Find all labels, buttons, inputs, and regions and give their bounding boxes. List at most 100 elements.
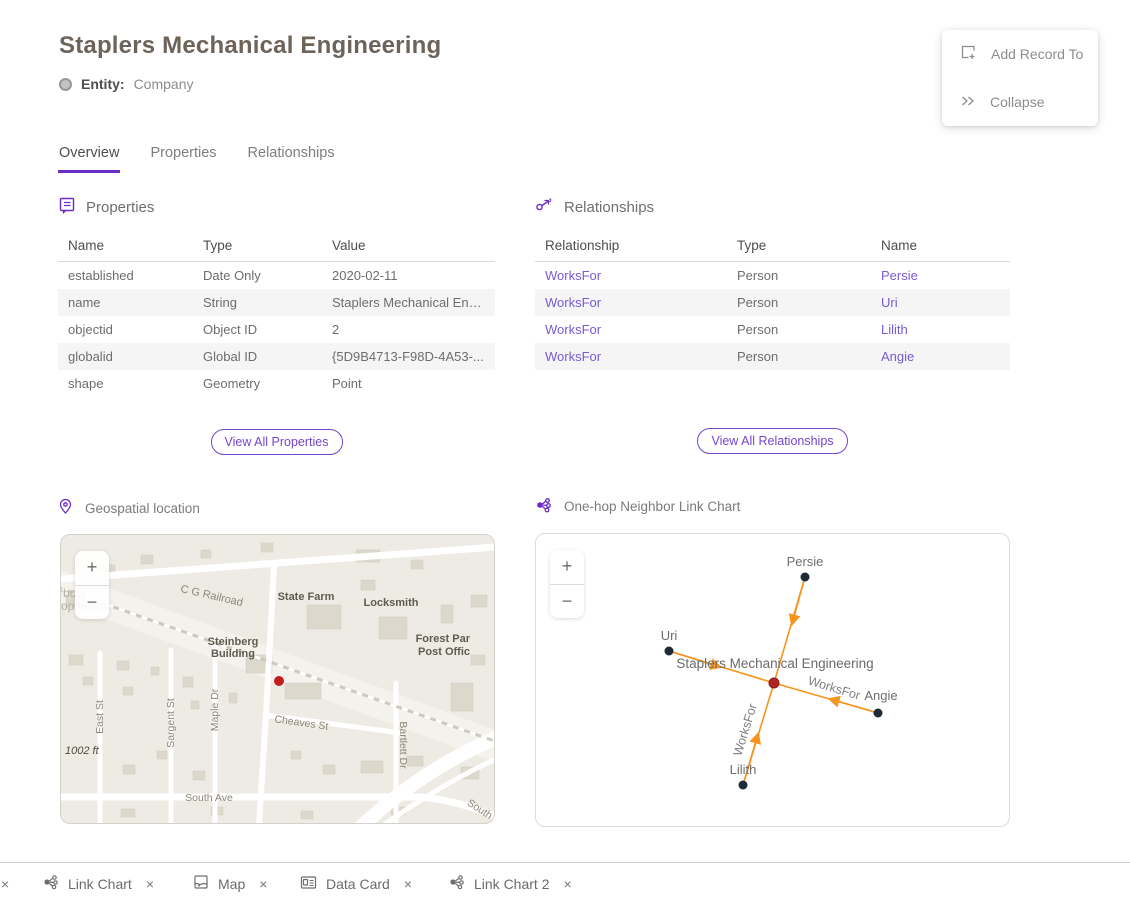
entity-link[interactable]: Persie xyxy=(871,262,1010,290)
data-card-icon xyxy=(300,875,317,893)
edge-label-worksfor: WorksFor xyxy=(731,702,760,758)
link-chart-icon xyxy=(535,497,552,516)
menu-item-collapse[interactable]: Collapse xyxy=(942,78,1098,126)
cell-name: globalid xyxy=(58,343,193,370)
cell-type: Object ID xyxy=(193,316,322,343)
cell-type: String xyxy=(193,289,322,316)
close-icon[interactable]: × xyxy=(146,876,154,892)
cell-type: Person xyxy=(727,316,871,343)
map-label-south-ave: South Ave xyxy=(185,792,233,804)
workspace-tab-bar: × Link Chart × Map × xyxy=(0,862,1130,903)
entity-link[interactable]: Uri xyxy=(871,289,1010,316)
column-header: Value xyxy=(322,230,495,262)
map-zoom-in-button[interactable]: + xyxy=(75,551,109,585)
entity-type-dot xyxy=(59,78,72,91)
map-label-forest-2: Post Offic xyxy=(418,646,470,658)
cell-name: objectid xyxy=(58,316,193,343)
entity-label: Entity: xyxy=(81,76,125,92)
close-icon[interactable]: × xyxy=(404,876,412,892)
entity-value: Company xyxy=(134,76,194,92)
cell-name: established xyxy=(58,262,193,290)
cell-value: 2020-02-11 xyxy=(322,262,495,290)
node-center-company[interactable] xyxy=(769,678,779,688)
card-tabs: Overview Properties Relationships xyxy=(58,143,336,173)
node-label-lilith: Lilith xyxy=(730,762,757,777)
map-zoom-control: + − xyxy=(75,551,109,619)
workspace-tab-link-chart[interactable]: Link Chart × xyxy=(42,863,154,904)
view-all-relationships-button[interactable]: View All Relationships xyxy=(697,428,847,454)
collapse-icon xyxy=(960,93,976,112)
table-header-row: Relationship Type Name xyxy=(535,230,1010,262)
column-header: Type xyxy=(193,230,322,262)
workspace-tab-map[interactable]: Map × xyxy=(193,863,267,904)
node-angie[interactable] xyxy=(874,709,883,718)
node-label-persie: Persie xyxy=(787,554,824,569)
chart-zoom-control: + − xyxy=(550,550,584,618)
column-header: Name xyxy=(871,230,1010,262)
card-options-menu: Add Record To Collapse xyxy=(942,30,1098,126)
map-label-bartlett-dr: Bartlett Dr xyxy=(397,721,409,769)
chart-zoom-out-button[interactable]: − xyxy=(550,584,584,619)
view-all-properties-button[interactable]: View All Properties xyxy=(211,429,343,455)
map-scale-label: 1002 ft xyxy=(65,745,100,757)
menu-item-add-record[interactable]: Add Record To xyxy=(942,30,1098,78)
properties-table: Name Type Value established Date Only 20… xyxy=(58,230,495,397)
partial-tab-close-icon[interactable]: × xyxy=(1,863,9,904)
table-row: WorksFor Person Persie xyxy=(535,262,1010,290)
link-chart-view[interactable]: WorksFor WorksFor Persie Uri Angie Lilit… xyxy=(535,533,1010,827)
data-card-page: Staplers Mechanical Engineering Entity: … xyxy=(0,0,1130,903)
map-view[interactable]: State Farm Locksmith Steinberg Building … xyxy=(60,534,495,824)
node-label-uri: Uri xyxy=(661,628,678,643)
relationship-link[interactable]: WorksFor xyxy=(535,316,727,343)
table-row: established Date Only 2020-02-11 xyxy=(58,262,495,290)
graph-nodes[interactable] xyxy=(665,573,883,790)
column-header: Relationship xyxy=(535,230,727,262)
cell-type: Person xyxy=(727,262,871,290)
close-icon[interactable]: × xyxy=(563,876,571,892)
cell-value: Staplers Mechanical Eng... xyxy=(322,289,495,316)
cell-value: 2 xyxy=(322,316,495,343)
table-header-row: Name Type Value xyxy=(58,230,495,262)
properties-title: Properties xyxy=(86,199,154,216)
entity-link[interactable]: Lilith xyxy=(871,316,1010,343)
table-row: shape Geometry Point xyxy=(58,370,495,397)
cell-type: Geometry xyxy=(193,370,322,397)
node-uri[interactable] xyxy=(665,647,674,656)
table-row: WorksFor Person Lilith xyxy=(535,316,1010,343)
link-chart-icon xyxy=(42,874,59,893)
relationship-link[interactable]: WorksFor xyxy=(535,262,727,290)
close-icon[interactable]: × xyxy=(259,876,267,892)
tab-properties[interactable]: Properties xyxy=(149,143,217,173)
node-lilith[interactable] xyxy=(739,781,748,790)
tab-label: Data Card xyxy=(326,876,390,892)
map-pin-icon xyxy=(58,498,73,518)
map-canvas: State Farm Locksmith Steinberg Building … xyxy=(61,535,495,824)
chart-zoom-in-button[interactable]: + xyxy=(550,550,584,584)
node-label-center: Staplers Mechanical Engineering xyxy=(676,656,873,671)
map-label-sargent-st: Sargent St xyxy=(165,698,177,748)
relationships-section: Relationships Relationship Type Name Wor… xyxy=(535,196,1010,454)
table-row: name String Staplers Mechanical Eng... xyxy=(58,289,495,316)
relationship-link[interactable]: WorksFor xyxy=(535,343,727,370)
map-zoom-out-button[interactable]: − xyxy=(75,585,109,620)
cell-type: Date Only xyxy=(193,262,322,290)
geospatial-title: Geospatial location xyxy=(85,501,200,516)
relationship-link[interactable]: WorksFor xyxy=(535,289,727,316)
entity-link[interactable]: Angie xyxy=(871,343,1010,370)
link-chart-section: One-hop Neighbor Link Chart xyxy=(535,495,1010,827)
column-header: Name xyxy=(58,230,193,262)
cell-type: Person xyxy=(727,289,871,316)
node-persie[interactable] xyxy=(801,573,810,582)
relationships-title: Relationships xyxy=(564,199,654,216)
tab-label: Link Chart 2 xyxy=(474,876,549,892)
node-label-angie: Angie xyxy=(864,688,897,703)
relationships-icon xyxy=(535,196,554,218)
map-label-maple-dr: Maple Dr xyxy=(209,688,221,731)
map-entity-marker[interactable] xyxy=(274,676,284,686)
tab-relationships[interactable]: Relationships xyxy=(247,143,336,173)
workspace-tab-data-card[interactable]: Data Card × xyxy=(300,863,412,904)
table-row: globalid Global ID {5D9B4713-F98D-4A53-.… xyxy=(58,343,495,370)
tab-overview[interactable]: Overview xyxy=(58,143,120,173)
workspace-tab-link-chart-2[interactable]: Link Chart 2 × xyxy=(448,863,572,904)
add-record-icon xyxy=(960,44,977,64)
